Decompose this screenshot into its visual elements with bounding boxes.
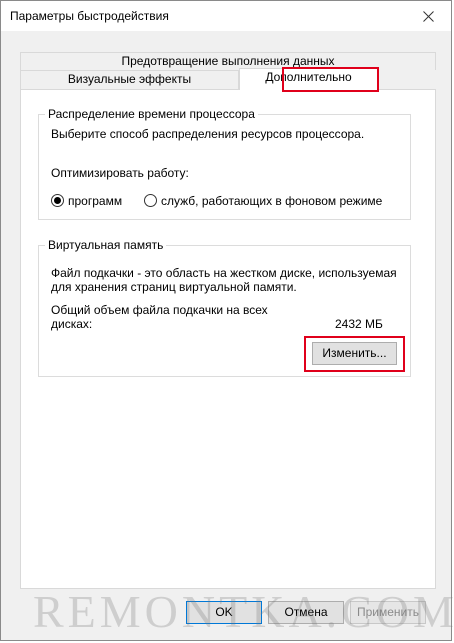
radio-programs-indicator[interactable] (51, 194, 64, 207)
ok-button[interactable]: OK (186, 601, 262, 624)
radio-background-services-label: служб, работающих в фоновом режиме (161, 194, 383, 208)
radio-background-services[interactable]: служб, работающих в фоновом режиме (144, 193, 394, 209)
title-bar[interactable]: Параметры быстродействия (1, 1, 451, 31)
apply-button[interactable]: Применить (350, 601, 426, 624)
tab-visual-effects[interactable]: Визуальные эффекты (20, 70, 239, 89)
virtual-memory-group: Виртуальная память Файл подкачки - это о… (38, 238, 411, 377)
vm-total-label-line2: дисках: (51, 317, 93, 331)
tab-advanced[interactable]: Дополнительно (239, 68, 378, 90)
change-virtual-memory-button[interactable]: Изменить... (312, 342, 397, 365)
vm-total-value: 2432 МБ (335, 317, 383, 331)
radio-background-services-indicator[interactable] (144, 194, 157, 207)
optimize-label: Оптимизировать работу: (51, 166, 189, 180)
performance-options-dialog: Параметры быстродействия Предотвращение … (0, 0, 454, 641)
vm-description-line2: для хранения страниц виртуальной памяти. (51, 280, 297, 294)
radio-programs[interactable]: программ (51, 193, 141, 209)
cpu-scheduling-group: Распределение времени процессора Выберит… (38, 107, 411, 220)
radio-programs-label: программ (68, 194, 123, 208)
vm-description-line1: Файл подкачки - это область на жестком д… (51, 266, 397, 280)
close-icon (422, 10, 434, 22)
vm-group-title: Виртуальная память (45, 238, 167, 252)
window-title: Параметры быстродействия (10, 9, 169, 23)
tab-panel-advanced: Распределение времени процессора Выберит… (20, 89, 436, 589)
close-button[interactable] (405, 1, 451, 31)
vm-total-label-line1: Общий объем файла подкачки на всех (51, 303, 268, 317)
cpu-description: Выберите способ распределения ресурсов п… (51, 127, 365, 141)
cpu-group-title: Распределение времени процессора (45, 107, 258, 121)
cancel-button[interactable]: Отмена (268, 601, 344, 624)
